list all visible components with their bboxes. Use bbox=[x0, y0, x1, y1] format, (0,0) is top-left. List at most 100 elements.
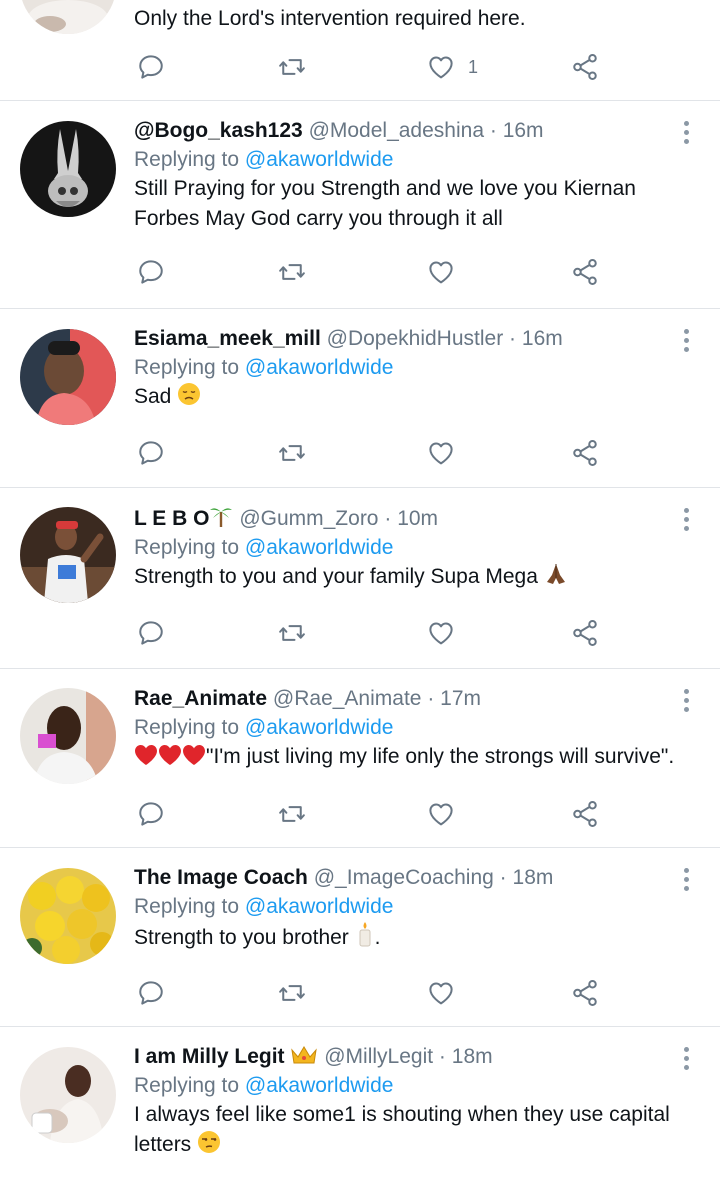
like-button[interactable] bbox=[426, 797, 456, 831]
reply-button[interactable] bbox=[136, 616, 166, 650]
retweet-button[interactable] bbox=[277, 616, 307, 650]
share-icon bbox=[570, 257, 600, 287]
separator-dot: · bbox=[489, 119, 497, 142]
user-handle[interactable]: @Rae_Animate bbox=[273, 687, 422, 710]
red-heart-icon bbox=[159, 745, 181, 765]
like-button[interactable] bbox=[426, 616, 456, 650]
retweet-button[interactable] bbox=[277, 436, 307, 470]
candle-icon bbox=[359, 922, 371, 947]
display-name[interactable]: Esiama_meek_mill bbox=[134, 327, 321, 350]
tweet-1[interactable]: @Bogo_kash123 @Model_adeshina · 16m Repl… bbox=[0, 101, 720, 309]
display-name[interactable]: I am Milly Legit bbox=[134, 1045, 285, 1068]
tweet-0[interactable]: Only the Lord's intervention required he… bbox=[0, 0, 720, 101]
tweet-text-body: Strength to you brother bbox=[134, 926, 349, 949]
timestamp[interactable]: 16m bbox=[503, 119, 544, 142]
heart-icon bbox=[426, 257, 456, 287]
comment-icon bbox=[136, 257, 166, 287]
palm-tree-icon bbox=[210, 508, 233, 527]
like-button[interactable] bbox=[426, 436, 456, 470]
comment-icon bbox=[136, 978, 166, 1008]
like-button[interactable]: 1 bbox=[426, 50, 478, 84]
like-button[interactable] bbox=[426, 255, 456, 289]
reply-button[interactable] bbox=[136, 255, 166, 289]
tweet-text-body: Sad bbox=[134, 385, 172, 408]
avatar[interactable] bbox=[20, 507, 116, 603]
user-handle[interactable]: @Gumm_Zoro bbox=[239, 507, 378, 530]
reply-context: Replying to @akaworldwide bbox=[134, 892, 700, 921]
like-button[interactable] bbox=[426, 976, 456, 1010]
reply-button[interactable] bbox=[136, 797, 166, 831]
tweet-5[interactable]: The Image Coach @_ImageCoaching · 18m Re… bbox=[0, 848, 720, 1027]
mention-link[interactable]: @akaworldwide bbox=[245, 148, 394, 171]
share-button[interactable] bbox=[570, 436, 600, 470]
retweet-icon bbox=[277, 52, 307, 82]
mention-link[interactable]: @akaworldwide bbox=[245, 716, 394, 739]
avatar[interactable] bbox=[20, 329, 116, 425]
retweet-icon bbox=[277, 618, 307, 648]
tweet-text-body: letters bbox=[134, 1133, 192, 1156]
heart-icon bbox=[426, 618, 456, 648]
tweet-text-line: letters bbox=[134, 1130, 700, 1160]
share-button[interactable] bbox=[570, 616, 600, 650]
retweet-icon bbox=[277, 438, 307, 468]
retweet-icon bbox=[277, 257, 307, 287]
user-handle[interactable]: @MillyLegit bbox=[324, 1045, 433, 1068]
separator-dot: · bbox=[384, 507, 392, 530]
user-handle[interactable]: @Model_adeshina bbox=[309, 119, 484, 142]
avatar[interactable] bbox=[20, 121, 116, 217]
tweet-header: The Image Coach @_ImageCoaching · 18m bbox=[134, 864, 700, 892]
reply-context: Replying to @akaworldwide bbox=[134, 1071, 700, 1100]
tweet-text-body: "I'm just living my life only the strong… bbox=[206, 745, 675, 768]
heart-icon bbox=[426, 438, 456, 468]
retweet-button[interactable] bbox=[277, 50, 307, 84]
tweet-text: Sad bbox=[134, 382, 700, 412]
separator-dot: · bbox=[509, 327, 517, 350]
user-handle[interactable]: @DopekhidHustler bbox=[327, 327, 504, 350]
share-button[interactable] bbox=[570, 50, 600, 84]
timestamp[interactable]: 10m bbox=[397, 507, 438, 530]
avatar[interactable] bbox=[20, 1047, 116, 1143]
share-button[interactable] bbox=[570, 976, 600, 1010]
crown-icon bbox=[291, 1046, 318, 1064]
share-button[interactable] bbox=[570, 797, 600, 831]
avatar[interactable] bbox=[20, 868, 116, 964]
mention-link[interactable]: @akaworldwide bbox=[245, 895, 394, 918]
display-name[interactable]: L E B O bbox=[134, 507, 209, 530]
display-name[interactable]: @Bogo_kash123 bbox=[134, 119, 303, 142]
tweet-text-line: I always feel like some1 is shouting whe… bbox=[134, 1103, 670, 1126]
disappointed-face-icon bbox=[178, 383, 201, 405]
tweet-4[interactable]: Rae_Animate @Rae_Animate · 17m Replying … bbox=[0, 669, 720, 848]
avatar[interactable] bbox=[20, 0, 116, 34]
comment-icon bbox=[136, 618, 166, 648]
share-button[interactable] bbox=[570, 255, 600, 289]
retweet-button[interactable] bbox=[277, 255, 307, 289]
praying-hands-icon bbox=[546, 564, 565, 584]
retweet-button[interactable] bbox=[277, 797, 307, 831]
reply-button[interactable] bbox=[136, 50, 166, 84]
mention-link[interactable]: @akaworldwide bbox=[245, 536, 394, 559]
retweet-button[interactable] bbox=[277, 976, 307, 1010]
mention-link[interactable]: @akaworldwide bbox=[245, 1074, 394, 1097]
comment-icon bbox=[136, 52, 166, 82]
tweet-header: L E B O @Gumm_Zoro · 10m bbox=[134, 504, 700, 533]
display-name[interactable]: The Image Coach bbox=[134, 866, 308, 889]
mention-link[interactable]: @akaworldwide bbox=[245, 356, 394, 379]
reply-context: Replying to @akaworldwide bbox=[134, 713, 700, 742]
separator-dot: · bbox=[438, 1045, 446, 1068]
reply-context: Replying to @akaworldwide bbox=[134, 353, 700, 382]
display-name[interactable]: Rae_Animate bbox=[134, 687, 267, 710]
reply-button[interactable] bbox=[136, 976, 166, 1010]
tweet-3[interactable]: L E B O @Gumm_Zoro · 10m Replying to @ak… bbox=[0, 488, 720, 669]
tweet-text-suffix: . bbox=[374, 926, 381, 949]
avatar[interactable] bbox=[20, 688, 116, 784]
timestamp[interactable]: 16m bbox=[522, 327, 563, 350]
reply-button[interactable] bbox=[136, 436, 166, 470]
timestamp[interactable]: 18m bbox=[513, 866, 554, 889]
user-handle[interactable]: @_ImageCoaching bbox=[314, 866, 494, 889]
tweet-6[interactable]: I am Milly Legit @MillyLegit · 18m Reply… bbox=[0, 1027, 720, 1178]
timestamp[interactable]: 18m bbox=[452, 1045, 493, 1068]
reply-context: Replying to @akaworldwide bbox=[134, 533, 700, 562]
tweet-2[interactable]: Esiama_meek_mill @DopekhidHustler · 16m … bbox=[0, 309, 720, 488]
timestamp[interactable]: 17m bbox=[440, 687, 481, 710]
heart-icon bbox=[426, 978, 456, 1008]
